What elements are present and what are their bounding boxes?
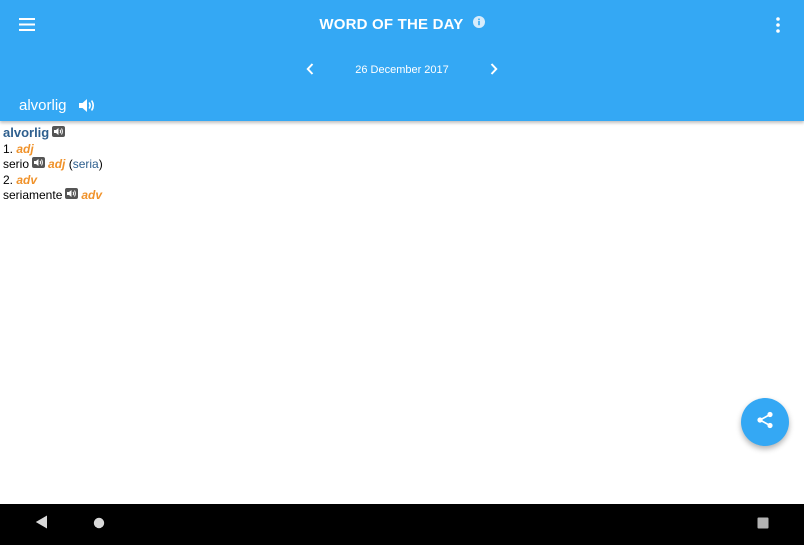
headword: alvorlig xyxy=(3,125,50,140)
more-options-button[interactable] xyxy=(766,14,790,40)
dictionary-entry: alvorlig 1. adj serio adj (seria) 2. adv … xyxy=(3,125,793,204)
paren-close: ) xyxy=(98,157,103,171)
speaker-icon[interactable] xyxy=(78,98,96,113)
translation-line: serio adj (seria) xyxy=(3,157,793,173)
translation: serio xyxy=(3,157,30,171)
part-of-speech: adv xyxy=(16,172,38,187)
part-of-speech: adj xyxy=(16,141,34,156)
next-day-button[interactable] xyxy=(483,60,505,82)
translation-line: seriamente adv xyxy=(3,188,793,204)
chevron-right-icon xyxy=(490,62,498,80)
sense-header: 2. adv xyxy=(3,173,793,189)
back-triangle-icon xyxy=(35,515,48,534)
word-title: alvorlig xyxy=(19,96,67,114)
page-title: WORD OF THE DAY xyxy=(319,16,464,33)
nav-home-button[interactable] xyxy=(84,504,114,545)
translation-pos: adv xyxy=(81,188,103,202)
sense-number: 2. xyxy=(3,172,14,187)
system-nav-bar xyxy=(0,504,804,545)
share-button[interactable] xyxy=(741,398,789,446)
title-area: WORD OF THE DAY xyxy=(0,16,804,33)
speaker-icon[interactable] xyxy=(32,157,46,168)
more-vert-icon xyxy=(776,16,780,38)
info-icon[interactable] xyxy=(472,15,485,32)
translation-pos: adj xyxy=(48,157,66,171)
sense-number: 1. xyxy=(3,141,14,156)
speaker-icon[interactable] xyxy=(52,126,66,137)
home-circle-icon xyxy=(93,516,105,534)
sense-header: 1. adj xyxy=(3,142,793,158)
date-navigator: 26 December 2017 xyxy=(0,60,804,82)
speaker-icon[interactable] xyxy=(65,188,79,199)
recents-square-icon xyxy=(757,516,769,534)
feminine-form[interactable]: seria xyxy=(73,157,99,171)
translation: seriamente xyxy=(3,188,63,202)
date-label: 26 December 2017 xyxy=(355,64,449,76)
nav-back-button[interactable] xyxy=(26,504,56,545)
share-icon xyxy=(756,411,774,434)
nav-recents-button[interactable] xyxy=(748,504,778,545)
word-header: alvorlig xyxy=(19,94,96,116)
app-bar: WORD OF THE DAY 26 December 2017 alvorli… xyxy=(0,0,804,121)
entry-headword-line: alvorlig xyxy=(3,125,793,142)
